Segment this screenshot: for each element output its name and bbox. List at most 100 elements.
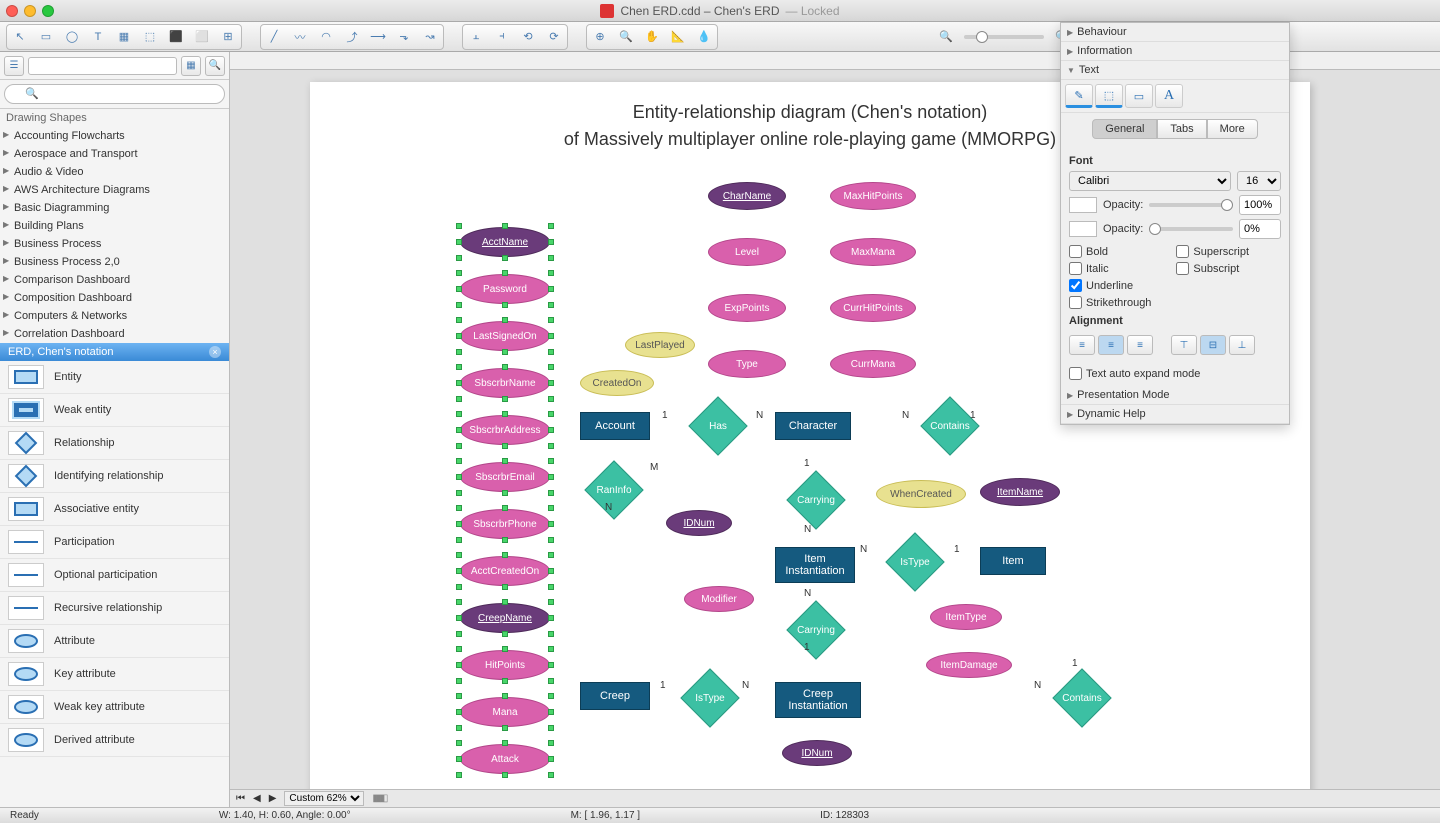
erd-relationship[interactable]: Carrying <box>786 482 846 518</box>
shape-item[interactable]: Recursive relationship <box>0 592 229 625</box>
toolbar-text[interactable]: T <box>86 26 110 48</box>
toolbar-zoom-in[interactable]: 🔍 <box>614 26 638 48</box>
opacity-value-1[interactable] <box>1239 195 1281 215</box>
nav-prev-icon[interactable]: ◀ <box>253 793 261 804</box>
zoom-out-icon[interactable]: 🔍 <box>934 26 958 48</box>
nav-first-icon[interactable]: ⏮ <box>236 793 245 804</box>
erd-entity[interactable]: Item Instantiation <box>775 547 855 583</box>
font-size-select[interactable]: 16 <box>1237 171 1281 191</box>
toolbar-poly[interactable]: ⤴ <box>340 26 364 48</box>
inspector-tab-general[interactable]: General <box>1092 119 1157 139</box>
shape-item[interactable]: Relationship <box>0 427 229 460</box>
erd-attr[interactable]: LastPlayed <box>625 332 695 358</box>
shape-item[interactable]: Weak entity <box>0 394 229 427</box>
opacity-slider-1[interactable] <box>1149 203 1233 207</box>
bg-color-swatch[interactable] <box>1069 221 1097 237</box>
selected-category[interactable]: ERD, Chen's notation × <box>0 343 229 361</box>
erd-attr[interactable]: WhenCreated <box>876 480 966 508</box>
toolbar-arc[interactable]: ◠ <box>314 26 338 48</box>
category-item[interactable]: Basic Diagramming <box>0 199 229 217</box>
erd-relationship[interactable]: Has <box>688 408 748 444</box>
category-item[interactable]: Audio & Video <box>0 163 229 181</box>
toolbar-eyedrop[interactable]: 💧 <box>692 26 716 48</box>
page-thumbnails[interactable]: ▮▮▮▯ <box>372 793 386 804</box>
erd-attr[interactable]: CurrMana <box>830 350 916 378</box>
valign-top[interactable]: ⊤ <box>1171 335 1197 355</box>
erd-attr[interactable]: MaxHitPoints <box>830 182 916 210</box>
erd-attr[interactable]: CharName <box>708 182 786 210</box>
subscript-checkbox[interactable]: Subscript <box>1176 262 1271 275</box>
inspector-tab-more[interactable]: More <box>1207 119 1258 139</box>
erd-entity[interactable]: Creep Instantiation <box>775 682 861 718</box>
inspector-section-dynamic[interactable]: Dynamic Help <box>1061 405 1289 424</box>
font-family-select[interactable]: Calibri <box>1069 171 1231 191</box>
toolbar-group4[interactable]: ⬜ <box>190 26 214 48</box>
toolbar-flip2[interactable]: ⟳ <box>542 26 566 48</box>
shape-item[interactable]: Participation <box>0 526 229 559</box>
erd-attr[interactable]: CurrHitPoints <box>830 294 916 322</box>
toolbar-hand[interactable]: ✋ <box>640 26 664 48</box>
superscript-checkbox[interactable]: Superscript <box>1176 245 1271 258</box>
italic-checkbox[interactable]: Italic <box>1069 262 1164 275</box>
shape-item[interactable]: Key attribute <box>0 658 229 691</box>
align-center[interactable]: ≡ <box>1098 335 1124 355</box>
toolbar-align1[interactable]: ⫠ <box>464 26 488 48</box>
toolbar-line[interactable]: ╱ <box>262 26 286 48</box>
valign-bottom[interactable]: ⊥ <box>1229 335 1255 355</box>
library-filter-input[interactable] <box>28 57 177 75</box>
category-item[interactable]: AWS Architecture Diagrams <box>0 181 229 199</box>
library-grid-icon[interactable]: ▦ <box>181 56 201 76</box>
toolbar-group1[interactable]: ▦ <box>112 26 136 48</box>
erd-attr[interactable]: Level <box>708 238 786 266</box>
toolbar-group3[interactable]: ⬛ <box>164 26 188 48</box>
toolbar-rect[interactable]: ▭ <box>34 26 58 48</box>
erd-entity[interactable]: Creep <box>580 682 650 710</box>
text-color-icon[interactable]: ✎ <box>1065 84 1093 108</box>
erd-attr[interactable]: ExpPoints <box>708 294 786 322</box>
erd-attr[interactable]: Modifier <box>684 586 754 612</box>
erd-entity[interactable]: Account <box>580 412 650 440</box>
toolbar-spline[interactable]: ↝ <box>418 26 442 48</box>
inspector-section-information[interactable]: Information <box>1061 42 1289 61</box>
underline-checkbox[interactable]: Underline <box>1069 279 1164 292</box>
toolbar-orth1[interactable]: ⟶ <box>366 26 390 48</box>
zoom-select[interactable]: Custom 62% <box>284 791 364 806</box>
erd-attr[interactable]: MaxMana <box>830 238 916 266</box>
category-item[interactable]: Correlation Dashboard <box>0 325 229 343</box>
category-item[interactable]: Accounting Flowcharts <box>0 127 229 145</box>
inspector-section-presentation[interactable]: Presentation Mode <box>1061 386 1289 405</box>
erd-attr[interactable]: ItemName <box>980 478 1060 506</box>
opacity-value-2[interactable] <box>1239 219 1281 239</box>
shape-item[interactable]: Attribute <box>0 625 229 658</box>
category-item[interactable]: Business Process 2,0 <box>0 253 229 271</box>
inspector-section-text[interactable]: Text <box>1061 61 1289 80</box>
align-right[interactable]: ≡ <box>1127 335 1153 355</box>
inspector-section-behaviour[interactable]: Behaviour <box>1061 23 1289 42</box>
toolbar-group5[interactable]: ⊞ <box>216 26 240 48</box>
erd-attr[interactable]: ItemType <box>930 604 1002 630</box>
bold-checkbox[interactable]: Bold <box>1069 245 1164 258</box>
category-item[interactable]: Comparison Dashboard <box>0 271 229 289</box>
align-left[interactable]: ≡ <box>1069 335 1095 355</box>
zoom-slider[interactable] <box>964 35 1044 39</box>
shape-item[interactable]: Associative entity <box>0 493 229 526</box>
inspector-tab-tabs[interactable]: Tabs <box>1157 119 1206 139</box>
toolbar-refresh[interactable]: ⊕ <box>588 26 612 48</box>
category-item[interactable]: Aerospace and Transport <box>0 145 229 163</box>
erd-attr[interactable]: IDNum <box>666 510 732 536</box>
erd-attr[interactable]: IDNum <box>782 740 852 766</box>
strikethrough-checkbox[interactable]: Strikethrough <box>1069 296 1281 309</box>
shape-item[interactable]: Entity <box>0 361 229 394</box>
toolbar-guides[interactable]: 📐 <box>666 26 690 48</box>
toolbar-pointer[interactable]: ↖ <box>8 26 32 48</box>
auto-expand-checkbox[interactable]: Text auto expand mode <box>1069 367 1281 380</box>
erd-attr[interactable]: ItemDamage <box>926 652 1012 678</box>
shape-search-input[interactable] <box>4 84 225 104</box>
erd-attr[interactable]: Type <box>708 350 786 378</box>
erd-relationship[interactable]: IsType <box>680 680 740 716</box>
library-search-icon[interactable]: 🔍 <box>205 56 225 76</box>
shape-item[interactable]: Optional participation <box>0 559 229 592</box>
text-font-icon[interactable]: A <box>1155 84 1183 108</box>
library-tree-icon[interactable]: ☰ <box>4 56 24 76</box>
erd-relationship[interactable]: RanInfo <box>584 472 644 508</box>
